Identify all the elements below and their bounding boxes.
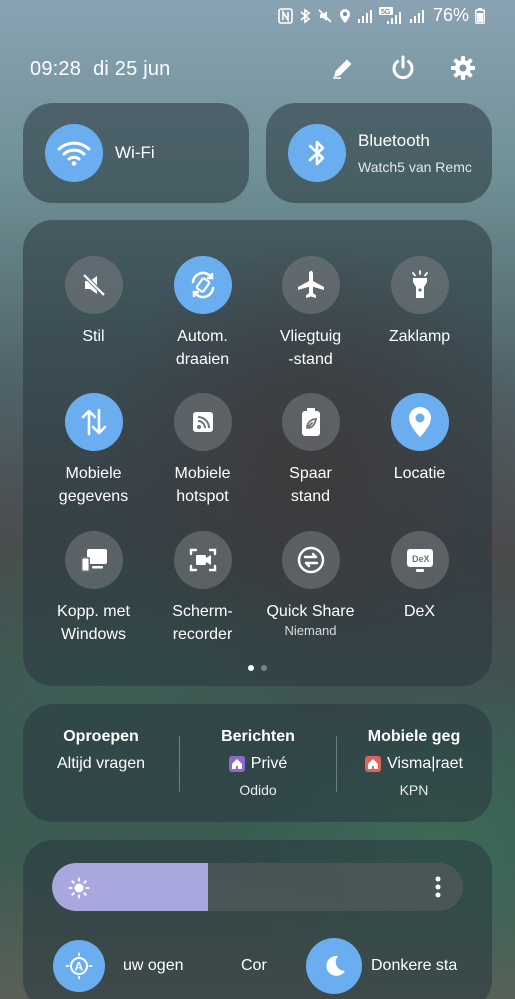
date-time: 09:28 di 25 jun xyxy=(30,58,170,81)
quick-setting-flashlight[interactable]: Zaklamp xyxy=(361,256,478,348)
battery-icon xyxy=(475,7,485,24)
sim-calls-value: Altijd vragen xyxy=(56,755,146,772)
bluetooth-tile[interactable]: Bluetooth Watch5 van Remc xyxy=(266,103,492,203)
svg-text:5G: 5G xyxy=(381,9,390,16)
quick-setting-label: Quick Share xyxy=(266,603,355,620)
quick-setting-screen-recorder[interactable]: Scherm- recorder xyxy=(144,531,261,646)
sim-messages-carrier: Odido xyxy=(239,782,277,798)
display-toggles: A uw ogen Cor Donkere sta xyxy=(23,938,492,999)
quick-setting-label: Mobiele gegevens xyxy=(58,465,129,505)
location-status-icon xyxy=(339,8,350,23)
flashlight-icon[interactable] xyxy=(390,256,449,314)
mobile-data-icon[interactable] xyxy=(64,393,123,451)
battery-percentage: 76% xyxy=(432,5,469,25)
quick-settings-panel: Stil Autom. draaien Vliegtuig -stand Zaklam… xyxy=(23,220,492,686)
page-dot-2[interactable] xyxy=(261,665,267,671)
bluetooth-icon[interactable] xyxy=(288,124,346,182)
auto-rotate-icon[interactable] xyxy=(173,256,232,314)
svg-text:A: A xyxy=(75,960,84,974)
eye-comfort-label: uw ogen xyxy=(123,957,184,974)
dark-mode-icon[interactable] xyxy=(306,938,362,994)
wifi-tile[interactable]: Wi-Fi xyxy=(23,103,249,203)
page-indicator xyxy=(23,665,492,671)
bluetooth-status-icon xyxy=(300,7,311,24)
quick-setting-label: Kopp. met Windows xyxy=(57,603,130,643)
brightness-slider[interactable] xyxy=(52,863,463,911)
nfc-icon xyxy=(278,7,293,24)
page-dot-1[interactable] xyxy=(248,665,254,671)
quick-setting-label: Scherm- recorder xyxy=(172,603,233,643)
quick-setting-label: DeX xyxy=(403,603,436,620)
quick-setting-rotate[interactable]: Autom. draaien xyxy=(144,256,261,371)
quick-setting-hotspot[interactable]: Mobiele hotspot xyxy=(144,393,261,508)
wifi-icon[interactable] xyxy=(45,124,103,182)
status-icons: 5G 76% xyxy=(278,5,485,26)
brightness-panel: A uw ogen Cor Donkere sta xyxy=(23,840,492,999)
quick-setting-mobile-data[interactable]: Mobiele gegevens xyxy=(35,393,152,508)
quick-setting-label: Spaar stand xyxy=(289,465,332,505)
sim-mobile-data[interactable]: Mobiele geg Visma|raet KPN xyxy=(336,728,492,798)
quick-setting-link-windows[interactable]: Kopp. met Windows xyxy=(35,531,152,646)
clock-date: di 25 jun xyxy=(93,58,171,80)
dark-mode-label: Donkere sta xyxy=(371,957,458,974)
svg-text:DeX: DeX xyxy=(412,554,430,564)
wifi-label: Wi-Fi xyxy=(115,143,155,162)
mute-status-icon xyxy=(318,8,332,23)
5g-signal-icon: 5G xyxy=(378,6,401,24)
quick-setting-label: Stil xyxy=(82,328,105,345)
quick-setting-label: Zaklamp xyxy=(388,328,451,345)
quick-setting-power-saving[interactable]: Spaar stand xyxy=(252,393,369,508)
airplane-icon[interactable] xyxy=(281,256,340,314)
quick-setting-sublabel: Niemand xyxy=(284,623,337,638)
sim-messages-value: Privé xyxy=(250,755,288,772)
mute-icon[interactable] xyxy=(64,256,123,314)
edit-icon[interactable] xyxy=(329,54,357,82)
sim-messages[interactable]: Berichten Privé Odido xyxy=(180,728,336,798)
sim-mobile-data-carrier: KPN xyxy=(399,782,429,798)
bluetooth-device: Watch5 van Remc xyxy=(358,159,472,175)
clock-time: 09:28 xyxy=(30,58,82,80)
hotspot-icon[interactable] xyxy=(173,393,232,451)
sim-work-icon xyxy=(365,756,382,772)
signal-icon xyxy=(357,9,372,23)
quick-setting-stil[interactable]: Stil xyxy=(35,256,152,348)
battery-saver-icon[interactable] xyxy=(281,393,340,451)
sun-icon xyxy=(68,877,90,899)
screen-recorder-icon[interactable] xyxy=(173,531,232,589)
sim-manager-panel[interactable]: Oproepen Altijd vragen Berichten Privé O… xyxy=(23,704,492,822)
quick-setting-label: Autom. draaien xyxy=(175,328,230,368)
settings-icon[interactable] xyxy=(449,54,477,82)
quick-setting-airplane[interactable]: Vliegtuig -stand xyxy=(252,256,369,371)
top-actions xyxy=(329,54,477,82)
dex-icon[interactable]: DeX xyxy=(390,531,449,589)
sim-home-icon xyxy=(228,756,245,772)
quick-setting-label: Vliegtuig -stand xyxy=(279,328,342,368)
sim-calls-title: Oproepen xyxy=(63,728,139,745)
status-bar: 5G 76% xyxy=(0,0,515,32)
location-icon[interactable] xyxy=(390,393,449,451)
bluetooth-label: Bluetooth xyxy=(358,131,430,150)
sim-calls[interactable]: Oproepen Altijd vragen xyxy=(23,728,179,773)
quick-share-icon[interactable] xyxy=(281,531,340,589)
link-windows-icon[interactable] xyxy=(64,531,123,589)
sim-mobile-data-title: Mobiele geg xyxy=(367,728,461,745)
quick-setting-location[interactable]: Locatie xyxy=(361,393,478,485)
sim-mobile-data-value: Visma|raet xyxy=(387,755,463,772)
power-icon[interactable] xyxy=(389,54,417,82)
more-options-icon[interactable] xyxy=(435,876,441,898)
eye-comfort-icon[interactable]: A xyxy=(53,940,105,992)
contrast-label: Cor xyxy=(241,957,267,974)
quick-setting-label: Locatie xyxy=(393,465,446,482)
quick-setting-quick-share[interactable]: Quick Share Niemand xyxy=(252,531,369,638)
quick-setting-dex[interactable]: DeX DeX xyxy=(361,531,478,623)
signal-2-icon xyxy=(409,9,424,23)
sim-messages-title: Berichten xyxy=(221,728,295,745)
quick-setting-label: Mobiele hotspot xyxy=(174,465,231,505)
